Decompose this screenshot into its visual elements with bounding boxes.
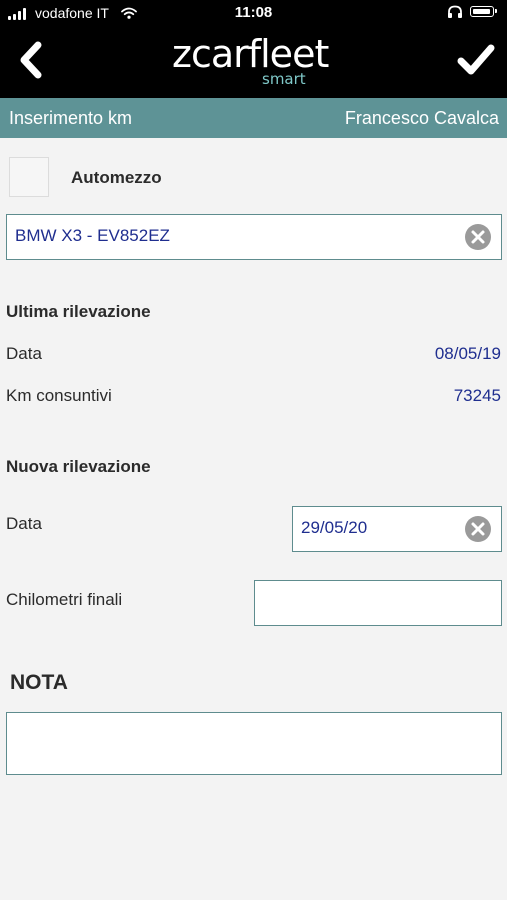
logo-sub-text: smart [262, 70, 306, 88]
user-name: Francesco Cavalca [344, 108, 499, 128]
note-label: NOTA [10, 671, 68, 694]
page-title: Inserimento km [9, 108, 133, 128]
new-date-input[interactable]: 29/05/20 [292, 506, 502, 552]
battery-icon [470, 6, 497, 17]
last-km-value: 73245 [453, 386, 501, 405]
vehicle-value: BMW X3 - EV852EZ [15, 226, 170, 245]
vehicle-clear-button[interactable] [465, 224, 491, 250]
new-date-value: 29/05/20 [301, 518, 368, 537]
new-reading-heading: Nuova rilevazione [6, 457, 151, 476]
km-final-input[interactable] [254, 580, 502, 626]
clear-icon [465, 516, 491, 542]
chevron-left-icon [20, 41, 42, 79]
clear-icon [465, 224, 491, 250]
headphones-icon [447, 5, 463, 22]
note-textarea[interactable] [6, 712, 502, 775]
back-button[interactable] [14, 40, 48, 80]
vehicle-select[interactable]: BMW X3 - EV852EZ [6, 214, 502, 260]
last-reading-heading: Ultima rilevazione [6, 302, 151, 321]
sub-header: Inserimento km Francesco Cavalca [0, 98, 507, 138]
app-logo: zcarfleet smart [150, 32, 360, 92]
status-bar: vodafone IT 11:08 [0, 0, 507, 28]
new-date-label: Data [6, 514, 42, 533]
vehicle-label: Automezzo [71, 168, 162, 187]
confirm-button[interactable] [456, 42, 496, 78]
vehicle-thumbnail[interactable] [9, 157, 49, 197]
checkmark-icon [457, 44, 495, 75]
date-clear-button[interactable] [465, 516, 491, 542]
last-km-label: Km consuntivi [6, 386, 112, 405]
km-final-label: Chilometri finali [6, 590, 123, 609]
last-date-value: 08/05/19 [434, 344, 501, 363]
status-time: 11:08 [234, 4, 273, 21]
app-header: vodafone IT 11:08 zcarfleet smart [0, 0, 507, 98]
last-date-label: Data [6, 344, 42, 363]
